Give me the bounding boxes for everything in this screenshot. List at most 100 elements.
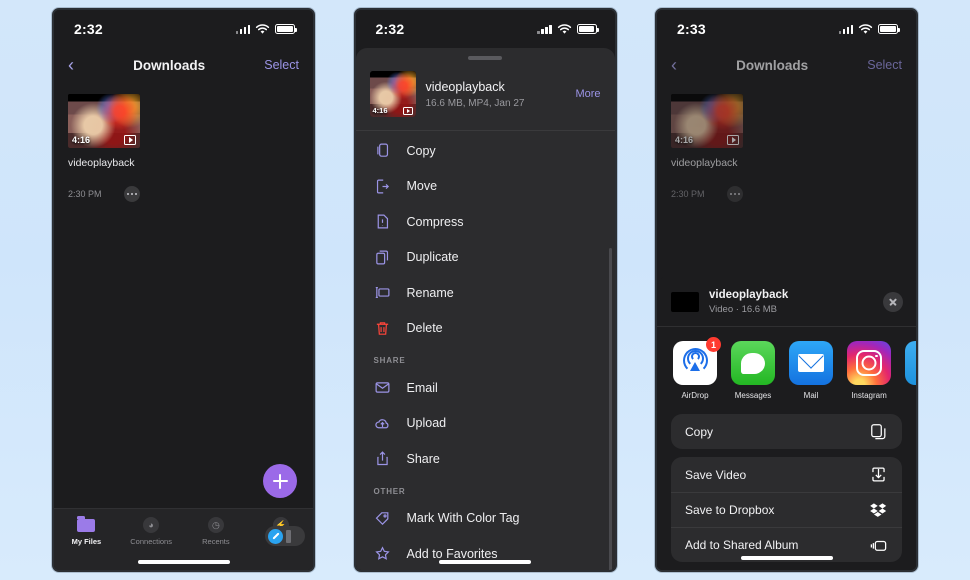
screenshot-stage: 2:32 ‹ Downloads Select 4:16 videoplayba… — [0, 0, 970, 580]
file-time: 2:30 PM — [671, 189, 705, 199]
cloud-upload-icon — [374, 415, 391, 432]
video-thumbnail: 4:16 — [369, 71, 416, 117]
menu-item-email[interactable]: Email — [356, 370, 615, 406]
menu-item-share[interactable]: Share — [356, 441, 615, 477]
menu-label: Add to Favorites — [406, 546, 498, 561]
airdrop-badge: 1 — [706, 337, 721, 352]
file-more-button[interactable] — [727, 186, 743, 202]
file-card-videoplayback[interactable]: 4:16 videoplayback 2:30 PM — [68, 94, 140, 202]
menu-item-rename[interactable]: Rename — [356, 275, 615, 311]
page-title: Downloads — [736, 57, 809, 73]
menu-item-upload[interactable]: Upload — [356, 406, 615, 442]
select-button[interactable]: Select — [264, 58, 299, 72]
telegram-icon[interactable] — [905, 341, 916, 385]
menu-label: Compress — [406, 214, 464, 229]
video-duration: 4:16 — [372, 106, 388, 115]
action-copy[interactable]: Copy — [671, 414, 902, 449]
video-thumbnail[interactable]: 4:16 — [68, 94, 140, 148]
airdrop-icon[interactable]: 1 — [673, 337, 721, 385]
menu-label: Delete — [406, 321, 443, 336]
tab-connections[interactable]: ◕ Connections — [119, 517, 184, 546]
menu-item-favorites[interactable]: Add to Favorites — [356, 536, 615, 570]
menu-item-color-tag[interactable]: Mark With Color Tag — [356, 501, 615, 537]
menu-item-delete[interactable]: Delete — [356, 311, 615, 347]
sheet-file-header: 4:16 videoplayback 16.6 MB, MP4, Jan 27 … — [355, 60, 615, 131]
menu-item-duplicate[interactable]: Duplicate — [356, 240, 615, 276]
back-button[interactable]: ‹ — [68, 56, 74, 74]
menu-label: Mark With Color Tag — [406, 511, 520, 526]
video-duration: 4:16 — [72, 135, 91, 145]
star-icon — [374, 545, 391, 562]
menu-item-compress[interactable]: Compress — [356, 204, 615, 240]
home-indicator — [740, 556, 833, 560]
tab-label: My Files — [71, 537, 102, 546]
file-action-sheet: 4:16 videoplayback 16.6 MB, MP4, Jan 27 … — [355, 48, 615, 570]
share-file-meta: Video · 16.6 MB — [709, 304, 777, 315]
back-button[interactable]: ‹ — [671, 56, 677, 74]
tab-recents[interactable]: ◷ Recents — [184, 517, 249, 546]
phone-3-share-sheet: 2:33 ‹ Downloads Select 4:16 videoplayba… — [655, 8, 918, 572]
share-target-telegram[interactable]: T — [905, 341, 916, 400]
section-share-header: SHARE — [373, 356, 406, 365]
share-target-airdrop[interactable]: 1 AirDrop — [673, 337, 721, 400]
share-target-messages[interactable]: Messages — [731, 341, 775, 400]
dropbox-icon — [869, 501, 888, 520]
file-meta: 2:30 PM — [68, 186, 140, 202]
menu-label: Email — [406, 380, 438, 395]
file-name: videoplayback — [671, 157, 738, 169]
close-icon[interactable] — [883, 292, 903, 312]
menu-label: Upload — [406, 416, 447, 431]
action-save-dropbox[interactable]: Save to Dropbox — [671, 492, 902, 527]
share-target-instagram[interactable]: Instagram — [847, 341, 891, 400]
status-time: 2:32 — [74, 21, 103, 37]
file-card-videoplayback[interactable]: 4:16 videoplayback 2:30 PM — [671, 94, 743, 202]
phone-2-screen: 2:32 4:16 videoplayback 16.6 MB, MP4, Ja… — [355, 10, 615, 570]
share-target-mail[interactable]: Mail — [789, 341, 833, 400]
wifi-icon — [858, 23, 873, 34]
safari-switcher[interactable] — [265, 526, 305, 546]
share-thumbnail — [671, 292, 699, 312]
envelope-icon — [374, 379, 391, 396]
status-bar: 2:32 — [54, 10, 313, 48]
home-indicator — [439, 560, 531, 564]
action-label: Save to Dropbox — [685, 503, 775, 517]
add-button[interactable] — [263, 464, 297, 498]
share-targets-row[interactable]: 1 AirDrop Messages Mail Instagram — [657, 327, 916, 412]
action-label: Copy — [685, 424, 714, 439]
sheet-file-meta: 16.6 MB, MP4, Jan 27 — [425, 97, 525, 109]
battery-icon — [576, 24, 599, 34]
tab-my-files[interactable]: My Files — [54, 515, 119, 546]
app-switcher-bar[interactable] — [286, 529, 291, 543]
menu-label: Rename — [406, 285, 454, 300]
messages-icon[interactable] — [731, 341, 775, 385]
ios-share-sheet: videoplayback Video · 16.6 MB 1 AirDrop … — [657, 276, 916, 570]
action-label: Save Video — [685, 467, 747, 482]
cellular-signal-icon — [838, 24, 853, 34]
video-thumbnail[interactable]: 4:16 — [671, 94, 743, 148]
status-indicators — [537, 23, 599, 35]
section-other-header: OTHER — [373, 486, 406, 496]
cellular-signal-icon — [537, 24, 552, 34]
status-time: 2:33 — [677, 21, 706, 37]
file-name: videoplayback — [68, 157, 135, 169]
sheet-file-name: videoplayback — [425, 79, 505, 94]
share-icon — [374, 450, 391, 467]
menu-item-copy[interactable]: Copy — [356, 133, 615, 169]
action-group-primary: Copy — [671, 414, 902, 449]
status-bar: 2:32 — [355, 10, 615, 48]
instagram-icon[interactable] — [847, 341, 891, 385]
menu-item-move[interactable]: Move — [356, 169, 615, 205]
scrollbar[interactable] — [609, 248, 612, 570]
sheet-file-info: videoplayback 16.6 MB, MP4, Jan 27 — [426, 80, 566, 109]
file-more-button[interactable] — [124, 186, 140, 202]
video-duration: 4:16 — [675, 135, 694, 145]
action-save-video[interactable]: Save Video — [671, 457, 902, 492]
share-file-info: videoplayback Video · 16.6 MB — [709, 289, 873, 315]
status-time: 2:32 — [375, 21, 405, 37]
select-button[interactable]: Select — [867, 58, 902, 72]
safari-compass-icon[interactable] — [268, 528, 283, 544]
mail-icon[interactable] — [789, 341, 833, 385]
app-label: AirDrop — [681, 391, 709, 400]
more-button[interactable]: More — [575, 88, 600, 100]
share-sheet-header: videoplayback Video · 16.6 MB — [657, 276, 916, 327]
